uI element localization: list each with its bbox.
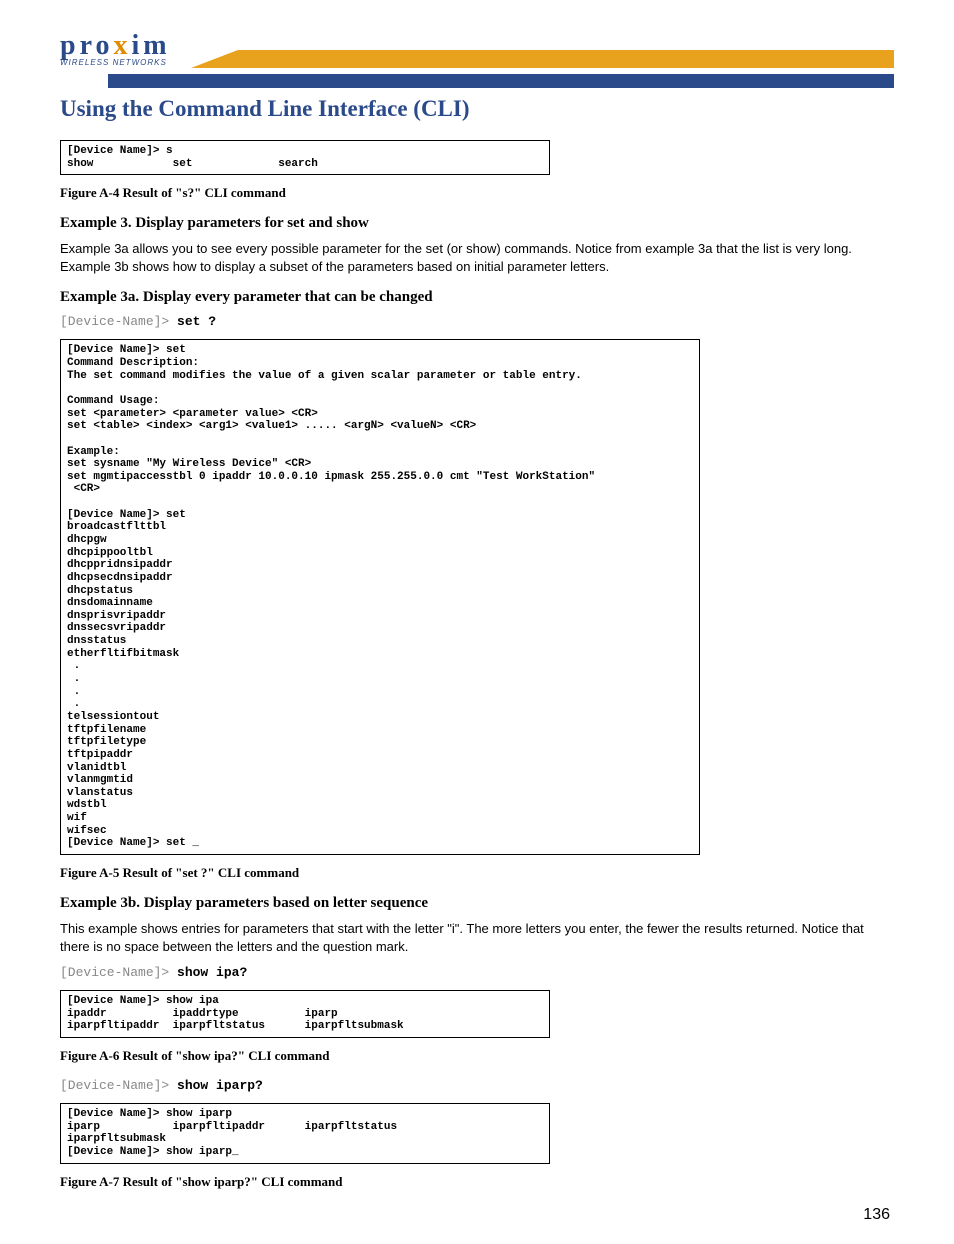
logo-subtitle: WIRELESS NETWORKS [60, 58, 167, 67]
example3b-heading: Example 3b. Display parameters based on … [60, 895, 894, 912]
cli-output-a4: [Device Name]> s show set search [60, 140, 550, 175]
cli-output-a7: [Device Name]> show iparp iparp iparpflt… [60, 1103, 550, 1164]
page-number: 136 [863, 1206, 890, 1224]
figure-caption-a6: Figure A-6 Result of "show ipa?" CLI com… [60, 1048, 894, 1064]
logo-tail: im [132, 30, 171, 61]
figure-caption-a5: Figure A-5 Result of "set ?" CLI command [60, 865, 894, 881]
prompt-prefix: [Device-Name]> [60, 1078, 169, 1093]
prompt-command: show iparp? [177, 1078, 263, 1093]
example3-heading: Example 3. Display parameters for set an… [60, 215, 894, 232]
prompt-prefix: [Device-Name]> [60, 965, 169, 980]
prompt-command: set ? [177, 314, 216, 329]
cli-output-a5: [Device Name]> set Command Description: … [60, 339, 700, 855]
logo-x: x [114, 30, 132, 61]
logo-pre: pro [60, 30, 114, 61]
example3a-prompt: [Device-Name]> set ? [60, 314, 894, 329]
example3a-heading: Example 3a. Display every parameter that… [60, 289, 894, 306]
banner-stripe [191, 50, 894, 68]
example3-body: Example 3a allows you to see every possi… [60, 240, 894, 275]
prompt-command: show ipa? [177, 965, 247, 980]
prompt-prefix: [Device-Name]> [60, 314, 169, 329]
example3b-prompt1: [Device-Name]> show ipa? [60, 965, 894, 980]
figure-caption-a4: Figure A-4 Result of "s?" CLI command [60, 185, 894, 201]
header-rule [108, 74, 894, 88]
example3b-prompt2: [Device-Name]> show iparp? [60, 1078, 894, 1093]
page-title: Using the Command Line Interface (CLI) [60, 96, 894, 122]
figure-caption-a7: Figure A-7 Result of "show iparp?" CLI c… [60, 1174, 894, 1190]
example3b-body: This example shows entries for parameter… [60, 920, 894, 955]
cli-output-a6: [Device Name]> show ipa ipaddr ipaddrtyp… [60, 990, 550, 1038]
brand-logo: proxim WIRELESS NETWORKS [60, 30, 171, 70]
